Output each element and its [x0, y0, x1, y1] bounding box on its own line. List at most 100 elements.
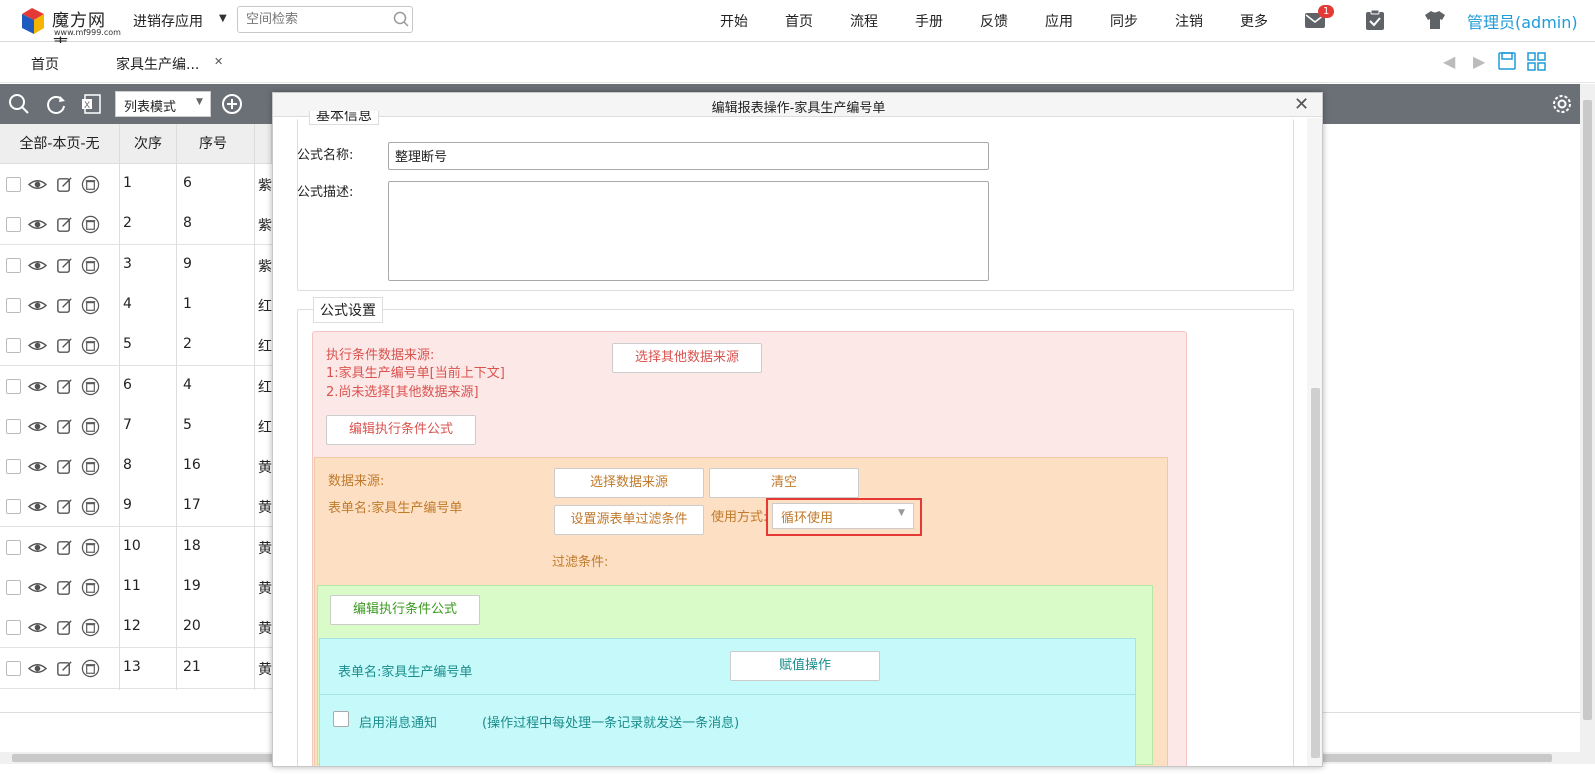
delete-icon[interactable]	[81, 457, 100, 476]
edit-condition-formula-button[interactable]: 编辑执行条件公式	[326, 415, 476, 445]
nav-feedback[interactable]: 反馈	[980, 11, 1008, 31]
logo[interactable]: 魔方网表 www.mf999.com	[18, 4, 121, 56]
view-icon[interactable]	[27, 336, 48, 355]
table-row[interactable]: 2 8 紫	[0, 204, 272, 246]
row-checkbox[interactable]	[6, 539, 21, 555]
set-filter-button[interactable]: 设置源表单过滤条件	[554, 505, 704, 535]
delete-icon[interactable]	[81, 497, 100, 516]
clipboard-icon[interactable]	[1365, 9, 1385, 31]
view-icon[interactable]	[27, 578, 48, 597]
delete-icon[interactable]	[81, 618, 100, 637]
nav-home[interactable]: 首页	[785, 11, 813, 31]
edit-icon[interactable]	[55, 377, 74, 396]
table-row[interactable]: 12 20 黄	[0, 607, 272, 649]
row-checkbox[interactable]	[6, 499, 21, 515]
gear-icon[interactable]	[1551, 93, 1573, 115]
edit-icon[interactable]	[55, 457, 74, 476]
row-checkbox[interactable]	[6, 418, 21, 434]
edit-icon[interactable]	[55, 497, 74, 516]
edit-icon[interactable]	[55, 256, 74, 275]
header-order[interactable]: 次序	[120, 124, 177, 164]
delete-icon[interactable]	[81, 578, 100, 597]
tab-furniture[interactable]: 家具生产编...	[116, 54, 199, 74]
view-icon[interactable]	[27, 457, 48, 476]
save-icon[interactable]	[1498, 52, 1516, 70]
view-icon[interactable]	[27, 417, 48, 436]
notify-checkbox[interactable]	[333, 711, 349, 727]
view-icon[interactable]	[27, 538, 48, 557]
delete-icon[interactable]	[81, 336, 100, 355]
delete-icon[interactable]	[81, 377, 100, 396]
table-row[interactable]: 1 6 紫	[0, 164, 272, 205]
nav-logout[interactable]: 注销	[1175, 11, 1203, 31]
nav-manual[interactable]: 手册	[915, 11, 943, 31]
table-row[interactable]: 7 5 红	[0, 405, 272, 447]
edit-icon[interactable]	[55, 659, 74, 678]
excel-export-icon[interactable]: X	[80, 93, 102, 115]
vertical-scrollbar-thumb[interactable]	[1583, 100, 1592, 720]
view-icon[interactable]	[27, 618, 48, 637]
table-row[interactable]: 11 19 黄	[0, 567, 272, 608]
grid-layout-icon[interactable]	[1527, 52, 1547, 72]
choose-data-source-button[interactable]: 选择数据来源	[554, 468, 704, 498]
row-checkbox[interactable]	[6, 177, 21, 192]
table-row[interactable]: 3 9 紫	[0, 244, 272, 286]
app-name[interactable]: 进销存应用	[133, 11, 203, 31]
formula-desc-textarea[interactable]	[388, 181, 989, 281]
table-row[interactable]: 5 2 红	[0, 325, 272, 367]
edit-icon[interactable]	[55, 578, 74, 597]
edit-icon[interactable]	[55, 336, 74, 355]
table-row[interactable]: 10 18 黄	[0, 526, 272, 568]
caret-down-icon[interactable]: ▼	[219, 13, 227, 24]
view-icon[interactable]	[27, 659, 48, 678]
edit-icon[interactable]	[55, 215, 74, 234]
assign-operation-button[interactable]: 赋值操作	[730, 651, 880, 681]
next-arrow-icon[interactable]: ▶	[1473, 52, 1485, 71]
header-number[interactable]: 序号	[177, 124, 272, 164]
table-row[interactable]: 4 1 红	[0, 284, 272, 326]
clear-button[interactable]: 清空	[709, 468, 859, 498]
edit-icon[interactable]	[55, 618, 74, 637]
delete-icon[interactable]	[81, 538, 100, 557]
usage-select[interactable]: 循环使用	[772, 503, 914, 529]
nav-sync[interactable]: 同步	[1110, 11, 1138, 31]
view-icon[interactable]	[27, 215, 48, 234]
delete-icon[interactable]	[81, 215, 100, 234]
edit-icon[interactable]	[55, 417, 74, 436]
nav-apps[interactable]: 应用	[1045, 11, 1073, 31]
prev-arrow-icon[interactable]: ◀	[1443, 52, 1455, 71]
dialog-scrollbar-thumb[interactable]	[1311, 388, 1320, 758]
delete-icon[interactable]	[81, 417, 100, 436]
table-row[interactable]: 13 21 黄	[0, 647, 272, 689]
edit-icon[interactable]	[55, 175, 74, 194]
row-checkbox[interactable]	[6, 217, 21, 233]
delete-icon[interactable]	[81, 175, 100, 194]
delete-icon[interactable]	[81, 659, 100, 678]
nav-flow[interactable]: 流程	[850, 11, 878, 31]
search-input[interactable]	[237, 6, 413, 33]
add-icon[interactable]	[221, 93, 243, 115]
choose-other-source-button[interactable]: 选择其他数据来源	[612, 343, 762, 373]
table-row[interactable]: 8 16 黄	[0, 446, 272, 488]
row-checkbox[interactable]	[6, 620, 21, 636]
view-icon[interactable]	[27, 296, 48, 315]
row-checkbox[interactable]	[6, 297, 21, 313]
view-icon[interactable]	[27, 175, 48, 194]
row-checkbox[interactable]	[6, 580, 21, 595]
row-checkbox[interactable]	[6, 257, 21, 273]
delete-icon[interactable]	[81, 256, 100, 275]
row-checkbox[interactable]	[6, 378, 21, 394]
search-icon[interactable]	[8, 93, 30, 115]
edit-icon[interactable]	[55, 538, 74, 557]
nav-more[interactable]: 更多	[1240, 11, 1268, 31]
close-icon[interactable]: ✕	[1294, 94, 1309, 115]
search-icon[interactable]	[392, 10, 410, 28]
row-checkbox[interactable]	[6, 660, 21, 676]
nav-start[interactable]: 开始	[720, 11, 748, 31]
table-row[interactable]: 9 17 黄	[0, 486, 272, 528]
row-checkbox[interactable]	[6, 338, 21, 354]
user-name[interactable]: 管理员(admin)	[1467, 9, 1578, 33]
tab-home[interactable]: 首页	[31, 54, 59, 74]
shirt-icon[interactable]	[1424, 10, 1446, 30]
header-select-all[interactable]: 全部-本页-无	[0, 124, 120, 164]
